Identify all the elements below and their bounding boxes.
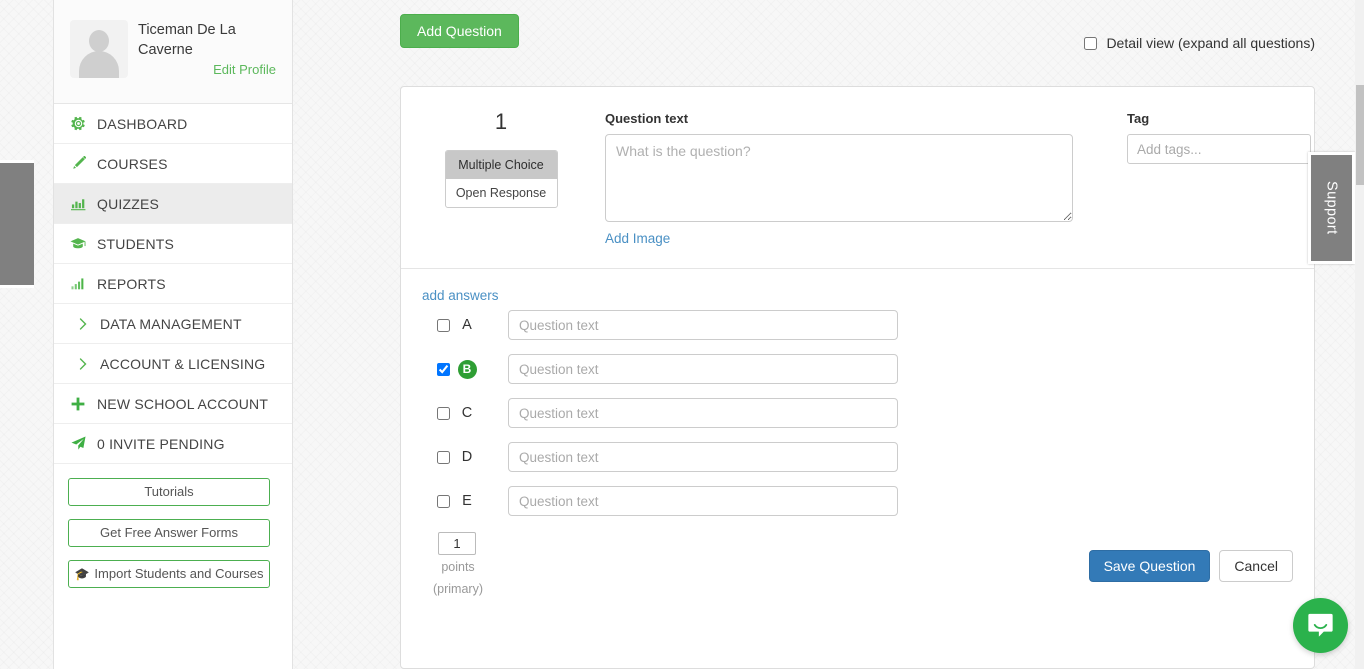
sidebar-item-label: COURSES bbox=[97, 155, 168, 172]
question-text-column: Question text Add Image bbox=[581, 111, 1099, 246]
points-box: points (primary) bbox=[401, 523, 531, 599]
question-text-label: Question text bbox=[605, 111, 689, 126]
card-actions: Save Question Cancel bbox=[1088, 550, 1293, 582]
import-button-label: Import Students and Courses bbox=[94, 566, 264, 581]
chevron-right-icon bbox=[76, 317, 90, 330]
sidebar-item-label: ACCOUNT & LICENSING bbox=[100, 355, 266, 372]
main-content: Add Question Detail view (expand all que… bbox=[293, 0, 1355, 669]
answer-letter-d: D bbox=[461, 449, 473, 465]
page-scrollbar-thumb[interactable] bbox=[1356, 85, 1364, 185]
add-question-button[interactable]: Add Question bbox=[400, 14, 519, 48]
question-number: 1 bbox=[494, 109, 508, 134]
support-tab-label: Support bbox=[1323, 181, 1340, 235]
outer-scrollbar-thumb[interactable] bbox=[0, 160, 34, 288]
answer-correct-checkbox-a[interactable] bbox=[437, 318, 450, 332]
chat-launcher-button[interactable] bbox=[1293, 598, 1348, 653]
detail-view-checkbox[interactable] bbox=[1084, 36, 1098, 50]
answer-letter-b: B bbox=[450, 359, 484, 379]
sidebar: Ticeman De La Caverne Edit Profile DASHB… bbox=[53, 0, 293, 669]
points-input[interactable] bbox=[438, 532, 476, 555]
answer-correct-checkbox-c[interactable] bbox=[437, 406, 450, 420]
paper-plane-icon bbox=[68, 436, 88, 451]
add-image-link[interactable]: Add Image bbox=[605, 231, 670, 246]
outer-scrollbar[interactable] bbox=[0, 0, 53, 669]
answer-row: D bbox=[401, 435, 1314, 479]
avatar bbox=[70, 20, 128, 78]
question-number-column: 1 Multiple Choice Open Response bbox=[421, 111, 581, 246]
sidebar-item-label: 0 INVITE PENDING bbox=[97, 435, 225, 452]
page-scrollbar[interactable] bbox=[1355, 0, 1364, 669]
question-card-top: 1 Multiple Choice Open Response Question… bbox=[401, 87, 1314, 269]
import-students-and-courses-button[interactable]: 🎓 Import Students and Courses bbox=[68, 560, 270, 588]
sidebar-item-dashboard[interactable]: DASHBOARD bbox=[54, 104, 292, 144]
points-label: points bbox=[441, 560, 475, 574]
toolbar: Add Question Detail view (expand all que… bbox=[293, 0, 1355, 72]
answer-text-input-e[interactable] bbox=[508, 486, 898, 516]
graduation-cap-icon bbox=[68, 236, 88, 251]
support-tab[interactable]: Support bbox=[1308, 152, 1355, 264]
answer-letter-e: E bbox=[462, 493, 472, 509]
detail-view-toggle[interactable]: Detail view (expand all questions) bbox=[1084, 35, 1315, 51]
sidebar-item-account-licensing[interactable]: ACCOUNT & LICENSING bbox=[54, 344, 292, 384]
answer-row: C bbox=[401, 391, 1314, 435]
plus-icon bbox=[68, 397, 88, 411]
answer-letter-c: C bbox=[461, 405, 473, 421]
question-type-multiple-choice[interactable]: Multiple Choice bbox=[445, 151, 557, 179]
answer-row: E bbox=[401, 479, 1314, 523]
sidebar-action-buttons: Tutorials Get Free Answer Forms 🎓 Import … bbox=[54, 464, 292, 588]
question-text-input[interactable] bbox=[605, 134, 1073, 222]
pencil-icon bbox=[68, 156, 88, 171]
answer-letter-a: A bbox=[462, 317, 472, 333]
sidebar-item-label: STUDENTS bbox=[97, 235, 175, 252]
answer-text-input-b[interactable] bbox=[508, 354, 898, 384]
tag-column: Tag bbox=[1099, 111, 1311, 246]
answer-text-input-a[interactable] bbox=[508, 310, 898, 340]
sidebar-item-label: QUIZZES bbox=[97, 195, 160, 212]
sidebar-item-courses[interactable]: COURSES bbox=[54, 144, 292, 184]
sidebar-item-reports[interactable]: REPORTS bbox=[54, 264, 292, 304]
answer-text-input-c[interactable] bbox=[508, 398, 898, 428]
answer-row: A bbox=[401, 303, 1314, 347]
answer-correct-checkbox-e[interactable] bbox=[437, 494, 450, 508]
bar-chart-icon bbox=[68, 196, 88, 211]
answer-row: B bbox=[401, 347, 1314, 391]
chevron-right-icon bbox=[76, 357, 90, 370]
sidebar-item-students[interactable]: STUDENTS bbox=[54, 224, 292, 264]
edit-profile-link[interactable]: Edit Profile bbox=[138, 62, 276, 77]
tag-input[interactable] bbox=[1127, 134, 1311, 164]
graduation-cap-icon: 🎓 bbox=[74, 567, 90, 581]
question-type-group: Multiple Choice Open Response bbox=[444, 150, 558, 208]
sidebar-item-data-management[interactable]: DATA MANAGEMENT bbox=[54, 304, 292, 344]
question-type-open-response[interactable]: Open Response bbox=[446, 179, 557, 207]
gear-icon bbox=[68, 116, 88, 131]
add-answers-link[interactable]: add answers bbox=[422, 288, 499, 303]
sidebar-item-label: DATA MANAGEMENT bbox=[100, 315, 242, 332]
sidebar-item-invite-pending[interactable]: 0 INVITE PENDING bbox=[54, 424, 292, 464]
profile-name: Ticeman De La Caverne bbox=[138, 22, 236, 58]
save-question-button[interactable]: Save Question bbox=[1088, 550, 1211, 582]
answer-correct-checkbox-b[interactable] bbox=[437, 362, 450, 376]
signal-bars-icon bbox=[68, 276, 88, 291]
answer-text-input-d[interactable] bbox=[508, 442, 898, 472]
get-free-answer-forms-button[interactable]: Get Free Answer Forms bbox=[68, 519, 270, 547]
points-sublabel: (primary) bbox=[433, 582, 483, 596]
cancel-button[interactable]: Cancel bbox=[1219, 550, 1293, 582]
tag-label: Tag bbox=[1127, 111, 1150, 126]
tutorials-button[interactable]: Tutorials bbox=[68, 478, 270, 506]
question-card: 1 Multiple Choice Open Response Question… bbox=[400, 86, 1315, 669]
sidebar-item-label: REPORTS bbox=[97, 275, 166, 292]
detail-view-label: Detail view (expand all questions) bbox=[1106, 35, 1315, 51]
answer-correct-checkbox-d[interactable] bbox=[437, 450, 450, 464]
sidebar-item-quizzes[interactable]: QUIZZES bbox=[54, 184, 292, 224]
sidebar-item-new-school-account[interactable]: NEW SCHOOL ACCOUNT bbox=[54, 384, 292, 424]
sidebar-item-label: DASHBOARD bbox=[97, 115, 188, 132]
sidebar-item-label: NEW SCHOOL ACCOUNT bbox=[97, 395, 269, 412]
question-card-bottom: add answers A B C D bbox=[401, 269, 1314, 599]
profile-box: Ticeman De La Caverne Edit Profile bbox=[54, 0, 292, 104]
